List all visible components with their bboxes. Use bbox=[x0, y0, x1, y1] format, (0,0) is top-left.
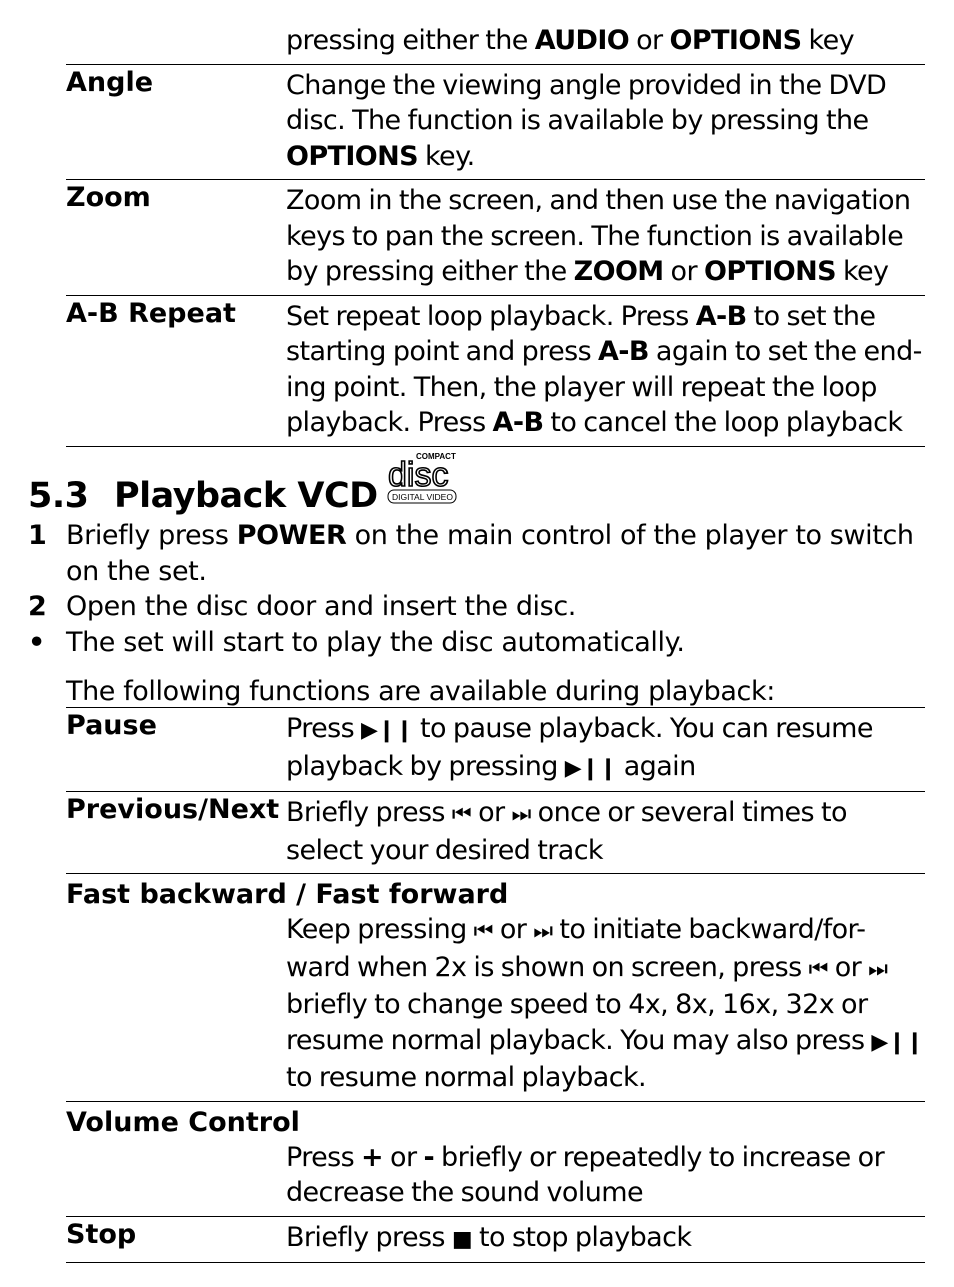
compact-disc-digital-video-logo-icon: COMPACT disc DIGITAL VIDEO bbox=[387, 452, 457, 504]
list-text: Briefly press POWER on the main control … bbox=[66, 520, 914, 587]
logo-main-text: disc bbox=[388, 456, 448, 494]
table-row: A-B Repeat Set repeat loop playback. Pres… bbox=[66, 296, 925, 447]
table-row: Fast backward / Fast forward Keep pressin… bbox=[66, 874, 925, 1102]
table-row: Angle Change the viewing angle provided i… bbox=[66, 65, 925, 180]
function-name: Previous/Next bbox=[66, 794, 280, 825]
function-description: Set repeat loop playback. Press A-B to s… bbox=[286, 300, 922, 439]
table-row: Pause Press ▶❙❙ to pause playback. You ca… bbox=[66, 708, 925, 792]
function-description: Press + or - briefly or repeatedly to in… bbox=[286, 1141, 885, 1209]
table-row: pressing either the AUDIO or OPTIONS key bbox=[66, 20, 925, 65]
functions-intro: The following functions are available du… bbox=[66, 676, 775, 707]
section-number: 5.3 bbox=[28, 476, 89, 516]
function-description: Zoom in the screen, and then use the nav… bbox=[286, 185, 911, 287]
list-item: • The set will start to play the disc aut… bbox=[28, 625, 928, 661]
table-row: Stop Briefly press ■ to stop playback bbox=[66, 1217, 925, 1263]
function-description: Briefly press ⏮ or ⏭ once or several tim… bbox=[286, 797, 848, 866]
function-description: pressing either the AUDIO or OPTIONS key bbox=[286, 25, 855, 56]
function-name: Stop bbox=[66, 1218, 137, 1250]
list-text: Open the disc door and insert the disc. bbox=[66, 591, 576, 622]
top-function-table: pressing either the AUDIO or OPTIONS key… bbox=[66, 20, 925, 447]
playback-functions-table: Pause Press ▶❙❙ to pause playback. You ca… bbox=[66, 707, 925, 1263]
table-row: Zoom Zoom in the screen, and then use the… bbox=[66, 180, 925, 296]
function-name: A-B Repeat bbox=[66, 297, 236, 329]
table-row: Previous/Next Briefly press ⏮ or ⏭ once o… bbox=[66, 792, 925, 874]
list-marker: • bbox=[28, 626, 45, 658]
steps-list: 1 Briefly press POWER on the main control… bbox=[28, 518, 928, 660]
list-text: The set will start to play the disc auto… bbox=[66, 626, 685, 658]
list-marker: 2 bbox=[28, 591, 47, 622]
list-item: 2 Open the disc door and insert the disc. bbox=[28, 589, 928, 625]
logo-bottom-text: DIGITAL VIDEO bbox=[392, 492, 453, 502]
function-name: Zoom bbox=[66, 182, 151, 213]
function-description: Change the viewing angle provided in the… bbox=[286, 69, 887, 172]
function-name: Fast backward / Fast forward bbox=[66, 879, 509, 910]
function-description: Keep pressing ⏮ or ⏭ to initiate backwar… bbox=[286, 914, 924, 1093]
function-description: Briefly press ■ to stop playback bbox=[286, 1221, 692, 1253]
list-marker: 1 bbox=[28, 520, 47, 551]
section-title: Playback VCD bbox=[114, 476, 378, 516]
function-name: Angle bbox=[66, 66, 154, 98]
table-row: Volume Control Press + or - briefly or re… bbox=[66, 1102, 925, 1217]
function-name: Pause bbox=[66, 710, 157, 741]
function-name: Volume Control bbox=[66, 1106, 300, 1138]
list-item: 1 Briefly press POWER on the main control… bbox=[28, 518, 928, 589]
section-heading: 5.3 Playback VCD bbox=[28, 476, 378, 516]
function-description: Press ▶❙❙ to pause playback. You can res… bbox=[286, 713, 873, 782]
